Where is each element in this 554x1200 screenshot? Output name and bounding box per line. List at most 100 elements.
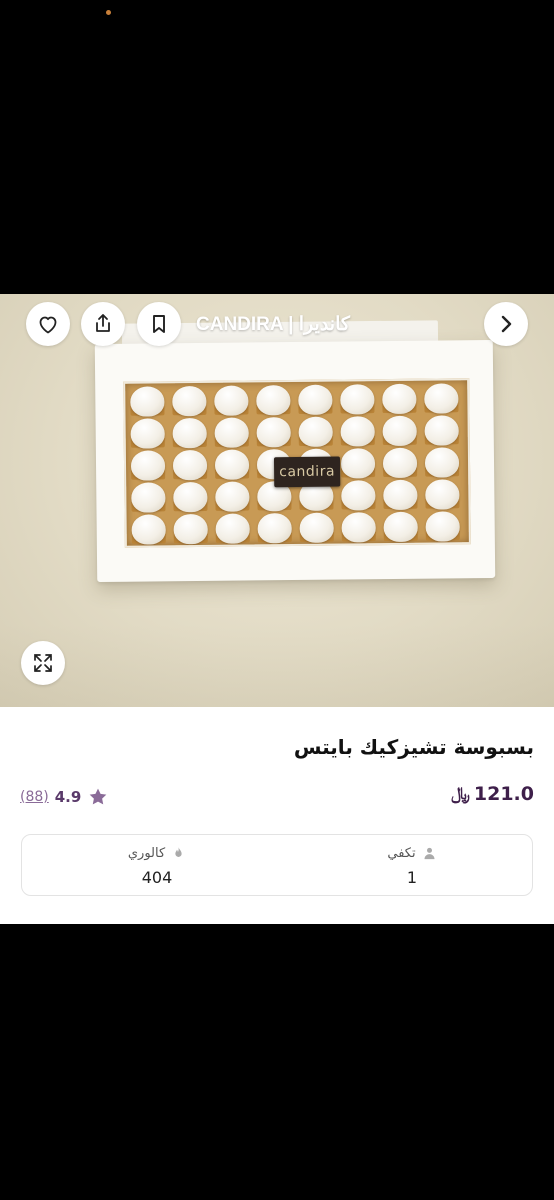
currency-symbol: ﷼ [451,784,470,804]
cream-topping [340,448,376,479]
rating-count[interactable]: (88) [20,789,49,805]
cream-topping [299,512,334,543]
dessert-piece [423,510,463,542]
cream-topping [130,450,166,481]
dessert-piece [128,417,168,449]
dessert-piece [381,511,421,543]
status-indicator-dot [106,10,111,15]
cream-topping [424,447,460,478]
expand-image-button[interactable] [21,641,65,685]
cream-topping [172,449,208,481]
cream-topping [214,385,249,416]
cream-topping [215,513,250,544]
dessert-piece [297,512,337,544]
cream-topping [214,417,249,448]
cream-topping [341,480,376,511]
brand-plaque: candira [273,456,341,488]
dessert-piece [170,449,210,481]
chevron-right-icon [501,315,512,333]
cream-topping [256,417,291,448]
cream-topping [383,511,418,543]
cream-topping [424,415,459,446]
dessert-piece [127,385,167,417]
cream-topping [340,384,375,415]
cream-topping [131,514,166,545]
dessert-piece [253,384,293,416]
dessert-piece [380,415,420,447]
dessert-piece [422,414,462,446]
dessert-piece [338,415,378,447]
dessert-piece [339,511,379,543]
dessert-piece [255,512,295,544]
cream-topping [172,385,207,417]
dessert-piece [128,481,168,513]
back-button[interactable] [484,302,528,346]
calories-label: كالوري [127,846,166,861]
product-image: candira [0,294,554,707]
dessert-piece [170,481,210,513]
share-icon [96,314,110,332]
dessert-piece [169,385,209,417]
dessert-piece [171,513,211,545]
rating-value: 4.9 [54,788,82,806]
dessert-box: candira [94,339,496,583]
cream-topping [298,416,333,447]
dessert-piece [129,513,169,545]
bookmark-icon [153,315,165,333]
price: ﷼ 121.0 [451,783,534,805]
product-details: بسبوسة تشيزكيك بايتس ﷼ 121.0 (88) 4.9 تك… [0,707,554,924]
cream-topping [131,482,166,513]
serves-value: 1 [406,868,418,887]
cream-topping [425,511,460,542]
cream-topping [382,415,417,447]
cream-topping [425,479,460,510]
cream-topping [172,417,207,449]
dessert-piece [337,383,377,415]
serves-info: تكفي 1 [312,835,512,897]
rating[interactable]: (88) 4.9 [20,786,109,808]
cream-topping [298,384,333,415]
calories-value: 404 [141,868,173,887]
price-value: 121.0 [473,783,534,805]
dessert-piece [212,480,252,512]
dessert-piece [212,416,252,448]
dessert-piece [170,417,210,449]
dessert-piece [380,479,420,511]
flame-icon [175,847,182,857]
nutrition-card: تكفي 1 كالوري 404 [21,834,533,896]
dessert-piece [422,446,462,478]
dessert-piece [296,416,336,448]
cream-topping [173,513,208,545]
cream-topping [382,383,417,415]
dessert-piece [254,416,294,448]
dessert-piece [338,479,378,511]
expand-icon [34,654,52,672]
cream-topping [214,449,250,480]
dessert-piece [212,448,252,480]
cream-topping [173,481,208,513]
heart-icon [39,316,57,334]
cream-topping [341,512,376,543]
calories-info: كالوري 404 [57,835,257,897]
cream-topping [215,481,250,512]
bookmark-button[interactable] [137,302,181,346]
cream-topping [256,385,291,416]
favorite-button[interactable] [26,302,70,346]
cream-topping [340,416,375,447]
cream-topping [257,513,292,544]
product-title: بسبوسة تشيزكيك بايتس [293,735,534,759]
dessert-piece [422,478,462,510]
cream-topping [383,479,418,511]
share-button[interactable] [81,302,125,346]
cream-topping [424,383,459,414]
dessert-piece [421,382,461,414]
dessert-piece [211,384,251,416]
dessert-piece [379,383,419,415]
dessert-piece [213,512,253,544]
serves-label: تكفي [387,846,416,861]
cream-topping [130,386,165,417]
dessert-piece [128,449,168,481]
person-icon [424,847,435,860]
store-name[interactable]: CANDIRA | كانديرا [196,313,350,337]
dessert-piece [295,384,335,416]
